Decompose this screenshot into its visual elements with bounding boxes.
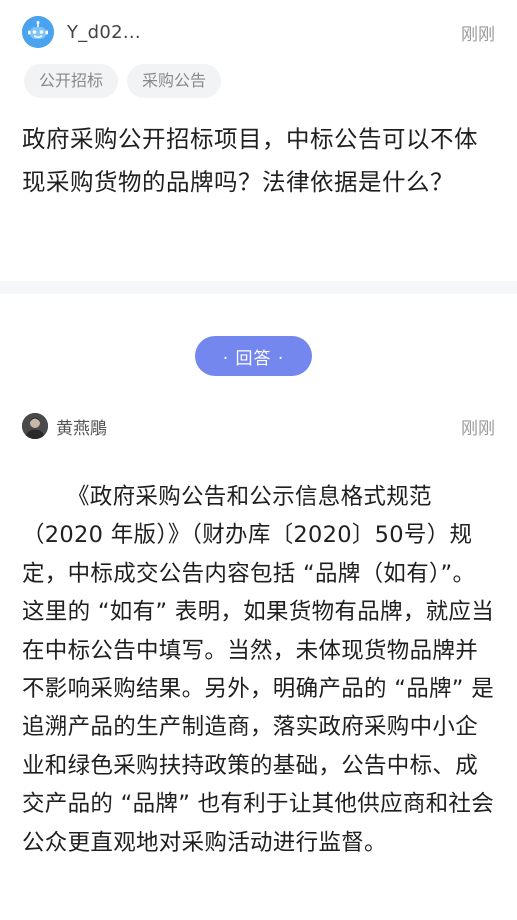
tag-public-tender[interactable]: 公开招标	[24, 64, 119, 98]
answer-text: 《政府采购公告和公示信息格式规范（2020 年版）》（财办库〔2020〕50号）…	[22, 484, 495, 856]
answer-button[interactable]: · 回答 ·	[195, 336, 312, 376]
robot-avatar-icon[interactable]	[22, 16, 54, 48]
answer-header: 黄燕鵰 刚刚	[22, 411, 495, 441]
answer-timestamp: 刚刚	[461, 418, 495, 439]
question-timestamp: 刚刚	[461, 24, 495, 45]
question-text: 政府采购公开招标项目，中标公告可以不体现采购货物的品牌吗？法律依据是什么？	[22, 125, 478, 196]
question-header: Y_d02... 刚刚	[22, 14, 495, 50]
answer-username[interactable]: 黄燕鵰	[56, 414, 107, 439]
question-username[interactable]: Y_d02...	[67, 22, 141, 43]
tag-procurement-notice[interactable]: 采购公告	[127, 64, 222, 98]
section-divider	[0, 281, 517, 294]
tag-list: 公开招标 采购公告	[24, 64, 222, 98]
person-photo-avatar[interactable]	[22, 413, 48, 439]
